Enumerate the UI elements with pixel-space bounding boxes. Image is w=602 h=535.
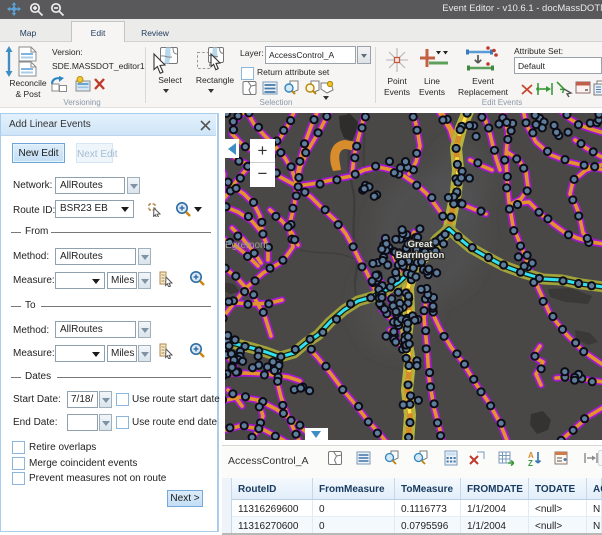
svg-text:Z: Z bbox=[528, 459, 533, 466]
svg-text:Great: Great bbox=[408, 239, 434, 250]
svg-text:Barrington: Barrington bbox=[396, 250, 445, 261]
svg-text:Egremont: Egremont bbox=[225, 240, 269, 251]
